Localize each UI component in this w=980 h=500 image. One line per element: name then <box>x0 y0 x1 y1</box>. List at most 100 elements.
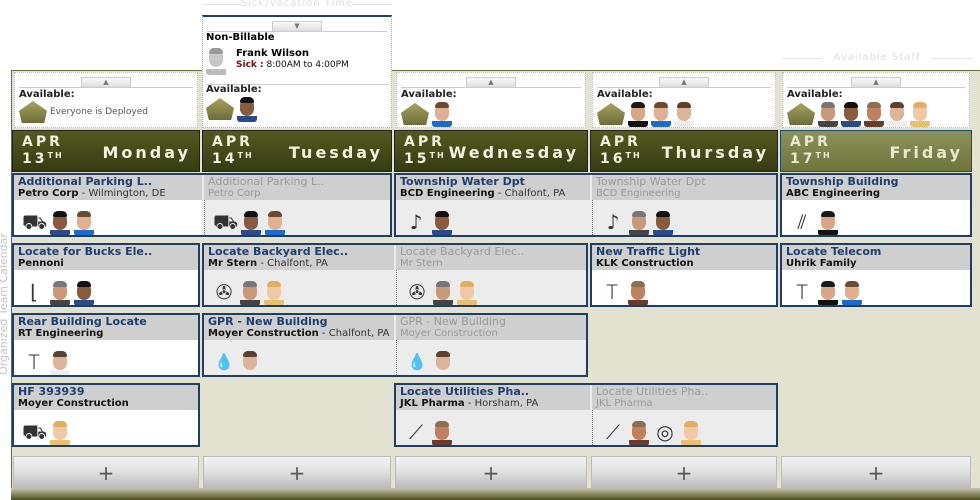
job-card[interactable]: Locate for Bucks Ele.. Pennoni ⌊ <box>12 243 200 307</box>
staff-avatar-blue-shirt[interactable] <box>842 280 862 305</box>
job-day-segment[interactable]: Township Building ABC Engineering ⫽ <box>782 175 970 235</box>
job-day-segment[interactable]: Locate Telecom Uhrik Family ⟙ <box>782 245 970 305</box>
job-card[interactable]: Rear Building Locate RT Engineering ⟙ <box>12 313 200 377</box>
job-day-segment[interactable]: Locate Backyard Elec.. Mr Stern - Chalfo… <box>204 245 394 305</box>
job-continuation[interactable]: Locate Utilities Pha.. JKL Pharma ⟋ ◎ <box>592 385 776 445</box>
available-staff-avatar[interactable] <box>841 101 861 127</box>
job-title[interactable]: Township Water Dpt <box>596 176 776 188</box>
cable-locator-icon[interactable]: ⟙ <box>22 348 46 375</box>
available-staff-avatar[interactable] <box>651 101 671 127</box>
add-job-button-wednesday[interactable]: + <box>395 456 587 488</box>
staff-avatar-gray-hair[interactable] <box>433 280 453 305</box>
staff-avatar-black-hair-dark[interactable] <box>241 210 261 235</box>
pipe-locator-icon[interactable]: ♪ <box>601 208 625 235</box>
available-staff-avatar[interactable] <box>432 101 452 127</box>
available-staff-avatar[interactable] <box>887 101 907 127</box>
job-continuation[interactable]: Locate Backyard Elec.. Mr Stern ✇ <box>396 245 586 305</box>
expand-panel-button[interactable]: ▲ <box>81 77 131 87</box>
job-day-segment[interactable]: Rear Building Locate RT Engineering ⟙ <box>14 315 198 375</box>
job-title[interactable]: New Traffic Light <box>596 246 776 258</box>
staff-avatar-black-hair-dark[interactable] <box>74 280 94 305</box>
job-title[interactable]: Additional Parking L.. <box>208 176 390 188</box>
trailer-vacuum-icon[interactable]: ⛟ <box>22 418 47 445</box>
add-job-button-tuesday[interactable]: + <box>203 456 391 488</box>
expand-panel-button[interactable]: ▲ <box>659 77 709 87</box>
cable-locator-icon[interactable]: ⟙ <box>790 278 814 305</box>
job-card[interactable]: GPR - New Building Moyer Construction - … <box>202 313 588 377</box>
staff-avatar-blonde[interactable] <box>50 420 70 445</box>
staff-avatar-mustache[interactable] <box>432 420 452 445</box>
job-title[interactable]: Locate Utilities Pha.. <box>400 386 586 398</box>
job-title[interactable]: Township Building <box>786 176 970 188</box>
staff-avatar-blonde[interactable] <box>681 420 701 445</box>
job-continuation[interactable]: Additional Parking L.. Petro Corp ⛟ <box>204 175 390 235</box>
job-day-segment[interactable]: Township Water Dpt BCD Engineering - Cha… <box>396 175 590 235</box>
day-header-friday[interactable]: APR 17TH Friday <box>780 130 972 172</box>
job-title[interactable]: Additional Parking L.. <box>18 176 198 188</box>
job-card[interactable]: Additional Parking L.. Petro Corp - Wilm… <box>12 173 392 237</box>
day-header-monday[interactable]: APR 13TH Monday <box>12 130 200 172</box>
staff-avatar-blue-shirt[interactable] <box>265 210 285 235</box>
expand-panel-button[interactable]: ▲ <box>851 77 901 87</box>
job-card[interactable]: HF 393939 Moyer Construction ⛟ <box>12 383 200 447</box>
job-continuation[interactable]: GPR - New Building Moyer Construction 💧 <box>396 315 586 375</box>
job-day-segment[interactable]: Additional Parking L.. Petro Corp - Wilm… <box>14 175 202 235</box>
job-title[interactable]: Township Water Dpt <box>400 176 586 188</box>
job-card[interactable]: Township Water Dpt BCD Engineering - Cha… <box>394 173 778 237</box>
job-title[interactable]: Rear Building Locate <box>18 316 198 328</box>
gas-detector-icon[interactable]: 💧 <box>212 348 236 375</box>
job-day-segment[interactable]: New Traffic Light KLK Construction ⟙ <box>592 245 776 305</box>
add-job-button-thursday[interactable]: + <box>591 456 777 488</box>
staff-avatar-gray-hair[interactable] <box>50 280 70 305</box>
add-job-button-monday[interactable]: + <box>13 456 199 488</box>
staff-avatar-blonde[interactable] <box>457 280 477 305</box>
tripod-icon[interactable]: ⟋ <box>601 418 625 445</box>
day-header-wednesday[interactable]: APR 15TH Wednesday <box>394 130 588 172</box>
job-day-segment[interactable]: Locate Utilities Pha.. JKL Pharma - Hors… <box>396 385 590 445</box>
day-header-thursday[interactable]: APR 16TH Thursday <box>590 130 778 172</box>
job-day-segment[interactable]: HF 393939 Moyer Construction ⛟ <box>14 385 198 445</box>
staff-avatar-blue-shirt[interactable] <box>74 210 94 235</box>
job-title[interactable]: Locate Telecom <box>786 246 970 258</box>
staff-avatar-gray-hair[interactable] <box>240 280 260 305</box>
staff-avatar-blonde[interactable] <box>264 280 284 305</box>
staff-avatar-mustache[interactable] <box>629 420 649 445</box>
job-title[interactable]: Locate Backyard Elec.. <box>208 246 390 258</box>
available-staff-avatar[interactable] <box>818 101 838 127</box>
staff-avatar-black-hair-dark[interactable] <box>653 210 673 235</box>
camera-kit-icon[interactable]: ✇ <box>212 278 236 305</box>
job-continuation[interactable]: Township Water Dpt BCD Engineering ♪ <box>592 175 776 235</box>
job-day-segment[interactable]: GPR - New Building Moyer Construction - … <box>204 315 394 375</box>
job-card[interactable]: New Traffic Light KLK Construction ⟙ <box>590 243 778 307</box>
staff-avatar-goatee[interactable] <box>433 350 453 375</box>
staff-avatar-young-dark[interactable] <box>818 210 838 235</box>
marking-tape-icon[interactable]: ◎ <box>653 418 677 445</box>
job-card[interactable]: Locate Backyard Elec.. Mr Stern - Chalfo… <box>202 243 588 307</box>
available-staff-avatar[interactable] <box>237 96 257 122</box>
available-staff-avatar[interactable] <box>864 101 884 127</box>
job-card[interactable]: Locate Telecom Uhrik Family ⟙ <box>780 243 972 307</box>
trailer-vacuum-icon[interactable]: ⛟ <box>22 208 47 235</box>
pipe-locator-icon[interactable]: ♪ <box>404 208 428 235</box>
job-title[interactable]: GPR - New Building <box>400 316 586 328</box>
expand-panel-button[interactable]: ▲ <box>466 77 516 87</box>
available-staff-avatar[interactable] <box>674 101 694 127</box>
gas-detector-icon[interactable]: 💧 <box>405 348 429 375</box>
staff-avatar-goatee[interactable] <box>240 350 260 375</box>
collapse-sick-button[interactable]: ▼ <box>272 21 322 31</box>
gpr-cart-icon[interactable]: ⌊ <box>22 278 46 305</box>
available-staff-avatar[interactable] <box>628 101 648 127</box>
staff-avatar-mustache[interactable] <box>628 280 648 305</box>
job-title[interactable]: HF 393939 <box>18 386 198 398</box>
job-title[interactable]: GPR - New Building <box>208 316 390 328</box>
staff-avatar-gray-hair[interactable] <box>629 210 649 235</box>
job-title[interactable]: Locate Utilities Pha.. <box>596 386 776 398</box>
staff-avatar-black-hair-dark[interactable] <box>432 210 452 235</box>
trailer-vacuum-icon[interactable]: ⛟ <box>213 208 238 235</box>
available-staff-avatar[interactable] <box>910 101 930 127</box>
job-day-segment[interactable]: Locate for Bucks Ele.. Pennoni ⌊ <box>14 245 198 305</box>
job-card[interactable]: Locate Utilities Pha.. JKL Pharma - Hors… <box>394 383 778 447</box>
cable-locator-icon[interactable]: ⟙ <box>600 278 624 305</box>
staff-avatar-goatee[interactable] <box>50 350 70 375</box>
job-title[interactable]: Locate for Bucks Ele.. <box>18 246 198 258</box>
